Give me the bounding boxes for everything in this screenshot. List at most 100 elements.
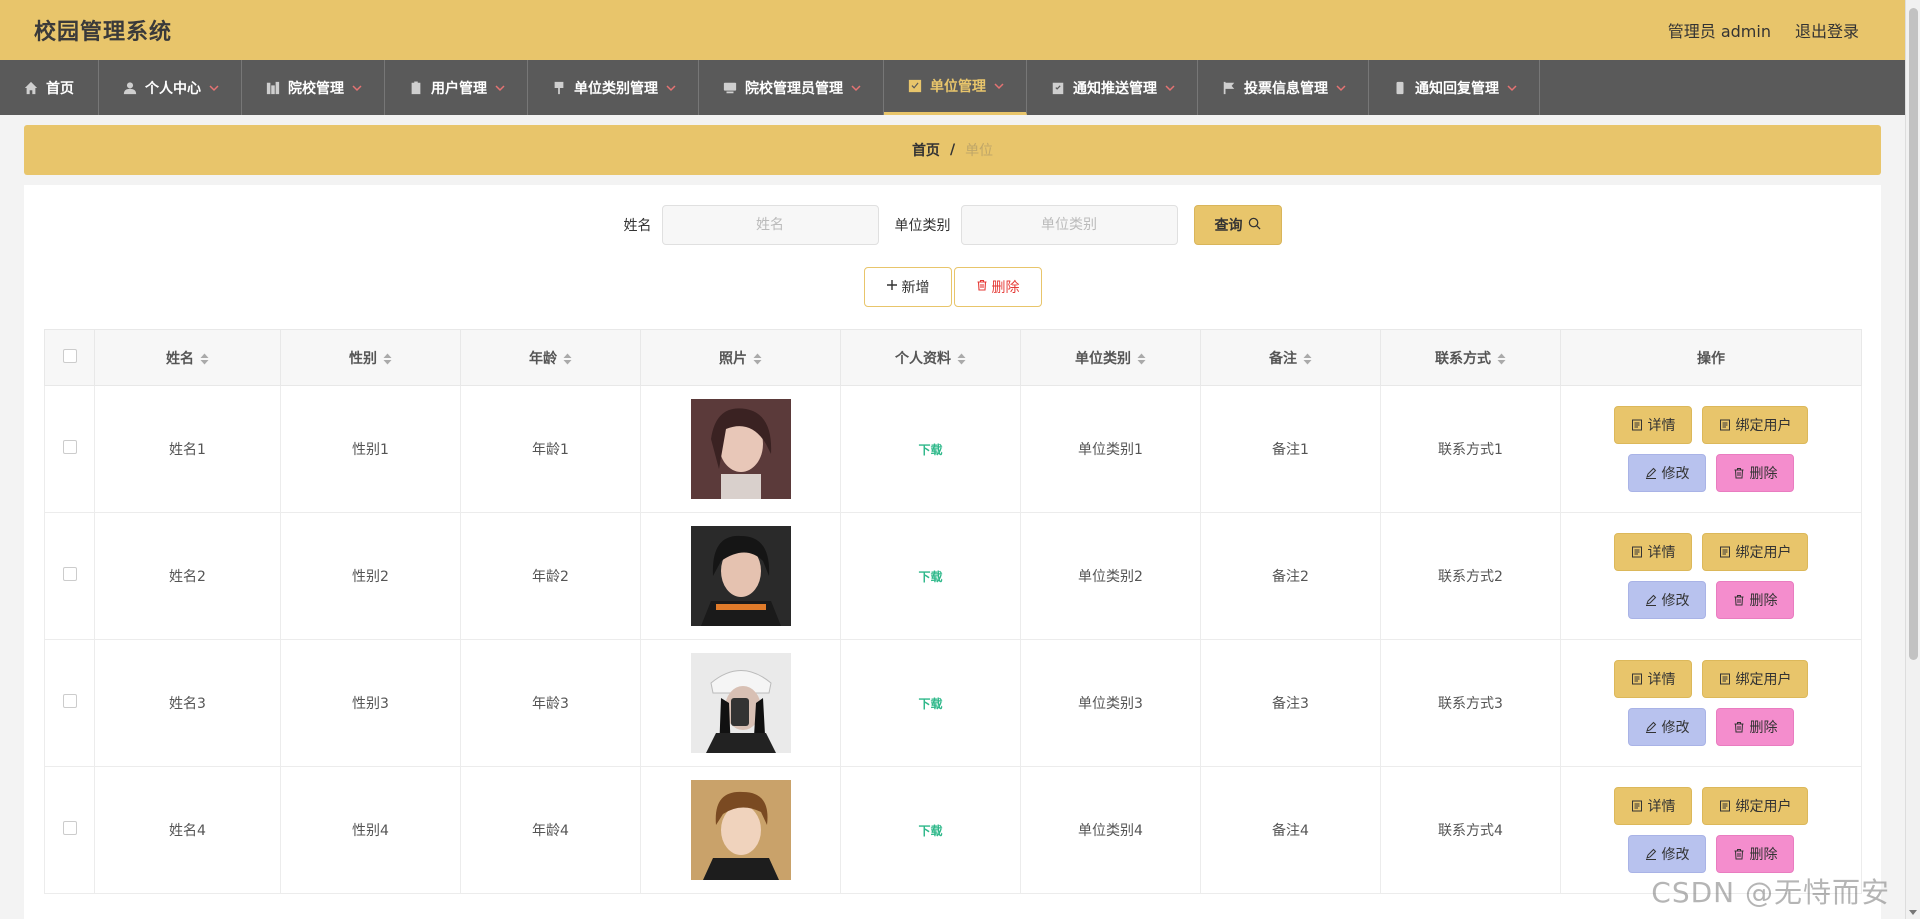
nav-item-school-management[interactable]: 院校管理 (242, 60, 385, 115)
cell-name: 姓名3 (94, 639, 281, 767)
nav-item-label: 院校管理员管理 (745, 80, 843, 97)
user-icon (123, 81, 137, 95)
profile-download-link[interactable]: 下载 (918, 824, 942, 838)
nav-item-vote-info-management[interactable]: 投票信息管理 (1198, 60, 1369, 115)
sort-icon[interactable] (1303, 353, 1312, 365)
nav-item-user-management[interactable]: 用户管理 (385, 60, 528, 115)
bind-user-button[interactable]: 绑定用户 (1702, 533, 1808, 571)
sort-icon[interactable] (1497, 353, 1506, 365)
profile-download-link[interactable]: 下载 (918, 697, 942, 711)
flag-icon (552, 81, 566, 95)
row-checkbox[interactable] (62, 440, 77, 454)
photo-thumbnail[interactable] (690, 526, 791, 626)
cell-contact: 联系方式2 (1380, 512, 1561, 640)
scrollbar-thumb[interactable] (1909, 8, 1918, 660)
row-checkbox[interactable] (62, 567, 77, 581)
cell-contact: 联系方式3 (1380, 639, 1561, 767)
bind-user-button[interactable]: 绑定用户 (1702, 406, 1808, 444)
document-icon (1631, 546, 1643, 558)
column-header-photo[interactable]: 照片 (640, 329, 841, 386)
row-checkbox[interactable] (62, 821, 77, 835)
header-user-area: 管理员 admin 退出登录 (1668, 18, 1859, 42)
edit-icon (1645, 848, 1657, 860)
batch-delete-label: 删除 (991, 280, 1020, 296)
column-header-age[interactable]: 年龄 (460, 329, 641, 386)
edit-button[interactable]: 修改 (1628, 454, 1706, 492)
column-header-gender[interactable]: 性别 (280, 329, 461, 386)
flag-icon (1222, 81, 1236, 95)
bind-user-button[interactable]: 绑定用户 (1702, 660, 1808, 698)
category-search-label: 单位类别 (894, 218, 951, 234)
cell-category: 单位类别2 (1020, 512, 1201, 640)
batch-delete-button[interactable]: 删除 (953, 267, 1042, 307)
delete-button[interactable]: 删除 (1716, 835, 1794, 873)
sort-icon[interactable] (383, 353, 392, 365)
sort-icon[interactable] (753, 353, 762, 365)
scroll-down-icon[interactable] (1909, 910, 1917, 915)
name-search-input[interactable] (661, 205, 879, 245)
sort-icon[interactable] (563, 353, 572, 365)
column-header-contact[interactable]: 联系方式 (1380, 329, 1561, 386)
nav-item-home[interactable]: 首页 (0, 60, 99, 115)
nav-item-personal-center[interactable]: 个人中心 (99, 60, 242, 115)
trash-icon (976, 279, 988, 295)
add-button[interactable]: 新增 (863, 267, 952, 307)
detail-button[interactable]: 详情 (1614, 660, 1692, 698)
photo-thumbnail[interactable] (690, 653, 791, 753)
profile-download-link[interactable]: 下载 (918, 570, 942, 584)
cell-category: 单位类别4 (1020, 766, 1201, 894)
nav-item-unit-category-management[interactable]: 单位类别管理 (528, 60, 699, 115)
edit-button[interactable]: 修改 (1628, 708, 1706, 746)
search-form: 姓名 单位类别 查询 (24, 205, 1881, 245)
add-button-label: 新增 (901, 280, 930, 296)
sort-icon[interactable] (957, 353, 966, 365)
document-icon (1719, 800, 1731, 812)
detail-button[interactable]: 详情 (1614, 787, 1692, 825)
user-label[interactable]: 管理员 admin (1668, 18, 1771, 42)
category-search-input[interactable] (960, 205, 1178, 245)
cell-category: 单位类别1 (1020, 385, 1201, 513)
column-header-remark[interactable]: 备注 (1200, 329, 1381, 386)
breadcrumb-home[interactable]: 首页 (912, 140, 940, 160)
photo-thumbnail[interactable] (690, 399, 791, 499)
edit-button[interactable]: 修改 (1628, 581, 1706, 619)
nav-item-unit-management[interactable]: 单位管理 (884, 60, 1027, 115)
cell-gender: 性别2 (280, 512, 461, 640)
cell-age: 年龄3 (460, 639, 641, 767)
delete-button[interactable]: 删除 (1716, 581, 1794, 619)
row-checkbox[interactable] (62, 694, 77, 708)
bind-user-button[interactable]: 绑定用户 (1702, 787, 1808, 825)
detail-button[interactable]: 详情 (1614, 533, 1692, 571)
cell-remark: 备注3 (1200, 639, 1381, 767)
logout-link[interactable]: 退出登录 (1795, 18, 1859, 42)
cell-name: 姓名1 (94, 385, 281, 513)
profile-download-link[interactable]: 下载 (918, 443, 942, 457)
breadcrumb-current: 单位 (965, 143, 994, 159)
column-header-profile[interactable]: 个人资料 (840, 329, 1021, 386)
photo-thumbnail[interactable] (690, 780, 791, 880)
nav-item-notification-push-management[interactable]: 通知推送管理 (1027, 60, 1198, 115)
sort-icon[interactable] (1137, 353, 1146, 365)
column-header-category[interactable]: 单位类别 (1020, 329, 1201, 386)
nav-item-label: 个人中心 (145, 80, 201, 97)
column-header-name[interactable]: 姓名 (94, 329, 281, 386)
select-all-checkbox[interactable] (62, 348, 77, 363)
main-content: 姓名 单位类别 查询 新增 删除 姓名 性别 (24, 185, 1881, 919)
query-button[interactable]: 查询 (1193, 205, 1282, 245)
chevron-down-icon (1165, 84, 1175, 92)
row-operations: 详情 绑定用户 修改 删除 (1561, 533, 1861, 619)
nav-item-school-admin-management[interactable]: 院校管理员管理 (699, 60, 884, 115)
delete-button[interactable]: 删除 (1716, 454, 1794, 492)
detail-button[interactable]: 详情 (1614, 406, 1692, 444)
sort-icon[interactable] (200, 353, 209, 365)
cell-gender: 性别3 (280, 639, 461, 767)
delete-button[interactable]: 删除 (1716, 708, 1794, 746)
nav-item-notification-reply-management[interactable]: 通知回复管理 (1369, 60, 1540, 115)
page-scrollbar[interactable] (1905, 0, 1920, 919)
document-icon (1631, 800, 1643, 812)
chevron-down-icon (352, 84, 362, 92)
cell-remark: 备注4 (1200, 766, 1381, 894)
edit-icon (1645, 594, 1657, 606)
edit-button[interactable]: 修改 (1628, 835, 1706, 873)
nav-item-label: 院校管理 (288, 80, 344, 97)
